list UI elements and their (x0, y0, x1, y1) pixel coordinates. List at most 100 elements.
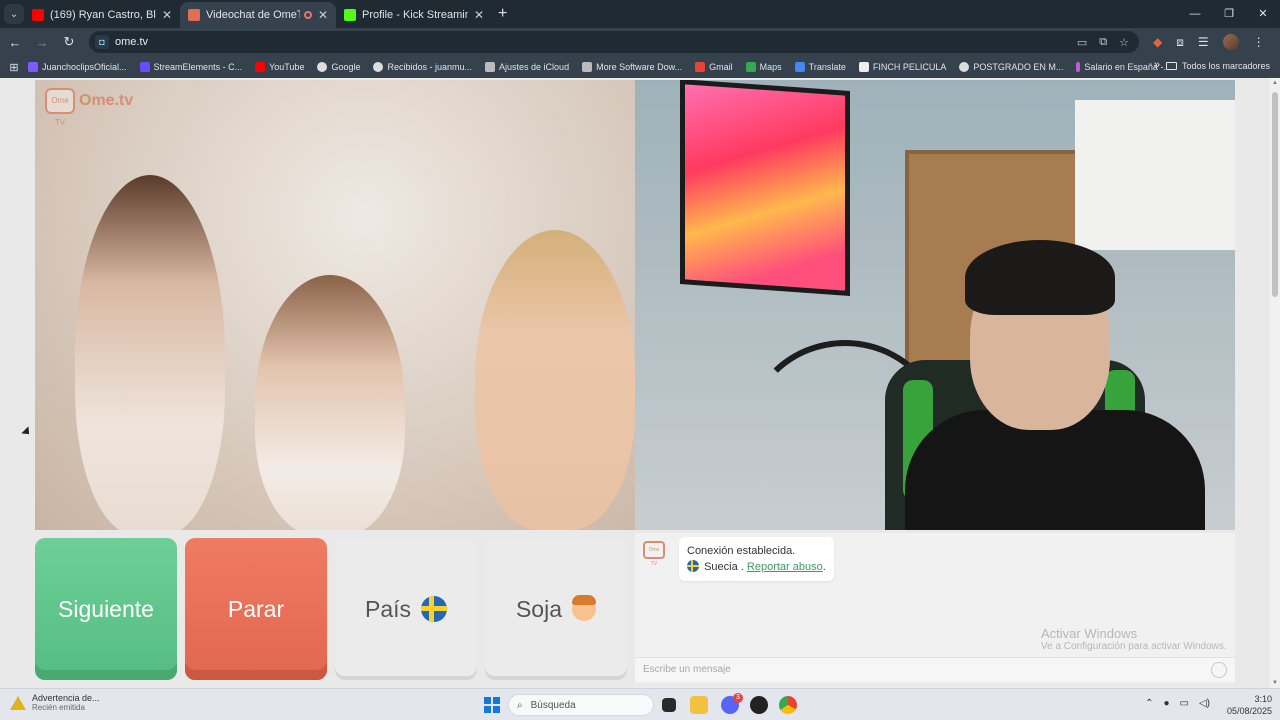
scroll-up-icon[interactable]: ▲ (1272, 80, 1278, 86)
bookmark-item[interactable]: Translate (794, 62, 846, 72)
gender-button[interactable]: Soja (485, 538, 627, 680)
translate-icon[interactable]: ⧉ (1099, 36, 1107, 49)
next-button-label: Siguiente (58, 595, 154, 622)
country-button[interactable]: País (335, 538, 477, 680)
bookmark-item[interactable]: FINCH PELICULA (858, 62, 947, 72)
report-abuse-link[interactable]: Reportar abuso (747, 561, 823, 573)
tab-youtube[interactable]: (169) Ryan Castro, Blaiz Fayah & ✕ (24, 2, 180, 28)
bookmarks-overflow-icon[interactable]: » (1154, 59, 1160, 71)
bookmark-item[interactable]: Google (317, 62, 360, 72)
country-line: Suecia . Reportar abuso. (687, 559, 826, 575)
message-input[interactable]: Escribe un mensaje (635, 657, 1235, 681)
windows-taskbar: Advertencia de... Recién emitida ⌕ Búsqu… (0, 688, 1280, 720)
task-view-icon[interactable] (662, 698, 676, 712)
bookmark-item[interactable]: JuanchoclipsOficial... (28, 62, 127, 72)
bookmark-item[interactable]: POSTGRADO EN M... (959, 62, 1063, 72)
windows-start-icon[interactable] (484, 697, 500, 713)
stranger-video: Ome TV Ome.tv (35, 80, 635, 530)
app-icon[interactable] (750, 696, 768, 714)
close-window-icon[interactable]: ✕ (1246, 0, 1280, 28)
bookmark-label: POSTGRADO EN M... (973, 62, 1064, 72)
apps-grid-icon[interactable]: ⊞ (0, 61, 28, 74)
reload-icon[interactable]: ↻ (57, 34, 81, 50)
ometv-favicon-icon (188, 9, 200, 21)
message-placeholder: Escribe un mensaje (643, 664, 731, 675)
bookmark-favicon-icon (317, 62, 328, 72)
forward-icon[interactable]: → (30, 35, 54, 50)
search-icon: ⌕ (517, 699, 523, 711)
bookmarks-bar: ⊞ JuanchoclipsOficial... StreamElements … (0, 56, 1280, 78)
sweden-flag-icon (421, 596, 448, 622)
scrollbar-thumb[interactable] (1272, 92, 1278, 297)
site-info-icon[interactable]: ◘ (95, 35, 109, 49)
file-explorer-icon[interactable] (690, 696, 708, 714)
kick-favicon-icon (344, 9, 356, 21)
separator-dot: . (740, 561, 744, 573)
bookmark-star-icon[interactable]: ☆ (1119, 36, 1129, 49)
page-scrollbar[interactable]: ▲ ▼ (1270, 78, 1280, 688)
tab-bar: ⌄ (169) Ryan Castro, Blaiz Fayah & ✕ Vid… (0, 0, 1280, 28)
tab-ometv[interactable]: Videochat de OmeTV: uno ✕ (180, 2, 336, 28)
new-tab-button[interactable]: + (498, 5, 507, 23)
bookmark-label: Ajustes de iCloud (499, 62, 570, 72)
bookmark-item[interactable]: More Software Dow... (582, 62, 682, 72)
tab-kick[interactable]: Profile - Kick Streaming ✕ (336, 2, 492, 28)
bookmark-favicon-icon (582, 62, 593, 72)
reading-list-icon[interactable]: ☰ (1198, 35, 1209, 49)
country-name: Suecia (704, 561, 738, 573)
url-bar[interactable]: ◘ ome.tv ▭ ⧉ ☆ (89, 31, 1139, 53)
cast-icon[interactable]: ▭ (1077, 36, 1087, 49)
folder-icon (1165, 62, 1177, 70)
close-icon[interactable]: ✕ (318, 8, 328, 22)
tab-search-button[interactable]: ⌄ (4, 4, 24, 24)
activate-windows-watermark: Activar Windows Ve a Configuración para … (1041, 626, 1227, 652)
bookmark-item[interactable]: StreamElements - C... (139, 62, 242, 72)
cabinet-background (1075, 100, 1235, 250)
bookmark-favicon-icon (139, 62, 150, 72)
system-message: Conexión establecida. Suecia . Reportar … (679, 537, 834, 581)
notification-widget[interactable]: Advertencia de... Recién emitida (10, 693, 100, 712)
volume-icon[interactable]: ◁) (1199, 698, 1210, 709)
stop-button-label: Parar (227, 595, 285, 622)
close-icon[interactable]: ✕ (162, 8, 172, 22)
back-icon[interactable]: ← (3, 35, 27, 50)
ometv-logo-text: Ome.tv (79, 92, 134, 109)
stop-button[interactable]: Parar (185, 538, 327, 680)
emoji-icon[interactable] (1211, 662, 1227, 678)
chrome-icon[interactable] (779, 696, 797, 714)
profile-avatar[interactable] (1222, 34, 1239, 50)
recording-icon (303, 11, 312, 19)
bookmark-favicon-icon (959, 62, 970, 72)
menu-kebab-icon[interactable]: ⋮ (1253, 35, 1265, 49)
watermark-title: Activar Windows (1041, 626, 1138, 641)
extensions-puzzle-icon[interactable]: ⧈ (1176, 35, 1184, 50)
taskbar-clock[interactable]: 3:10 05/08/2025 (1227, 693, 1272, 717)
network-icon[interactable]: ▭ (1180, 698, 1189, 709)
microphone-icon[interactable]: ● (1163, 698, 1169, 709)
bookmark-favicon-icon (373, 62, 384, 72)
chevron-up-icon[interactable]: ⌃ (1145, 698, 1153, 709)
bookmark-favicon-icon (745, 62, 756, 72)
tv-background (680, 80, 850, 296)
next-button[interactable]: Siguiente (35, 538, 177, 680)
restore-icon[interactable]: ❐ (1212, 0, 1246, 28)
bookmark-item[interactable]: YouTube (255, 62, 304, 72)
bookmark-label: Gmail (709, 62, 733, 72)
chat-panel: Ome TV Conexión establecida. Suecia . Re… (635, 533, 1235, 683)
scroll-down-icon[interactable]: ▼ (1272, 680, 1278, 686)
bookmark-label: FINCH PELICULA (872, 62, 947, 72)
ometv-logo-box: Ome TV (45, 88, 75, 127)
close-icon[interactable]: ✕ (474, 8, 484, 22)
all-bookmarks-button[interactable]: Todos los marcadores (1165, 61, 1270, 71)
bookmark-item[interactable]: Recibidos - juanmu... (373, 62, 472, 72)
extension-icon[interactable]: ◆ (1153, 35, 1162, 49)
taskbar-search[interactable]: ⌕ Búsqueda (508, 694, 654, 716)
url-text: ome.tv (115, 36, 149, 48)
person-silhouette (75, 175, 225, 530)
notification-title: Advertencia de... (32, 693, 100, 703)
bookmark-label: Translate (808, 62, 846, 72)
bookmark-item[interactable]: Gmail (695, 62, 733, 72)
bookmark-item[interactable]: Ajustes de iCloud (485, 62, 569, 72)
minimize-icon[interactable]: — (1178, 0, 1212, 28)
bookmark-item[interactable]: Maps (745, 62, 782, 72)
